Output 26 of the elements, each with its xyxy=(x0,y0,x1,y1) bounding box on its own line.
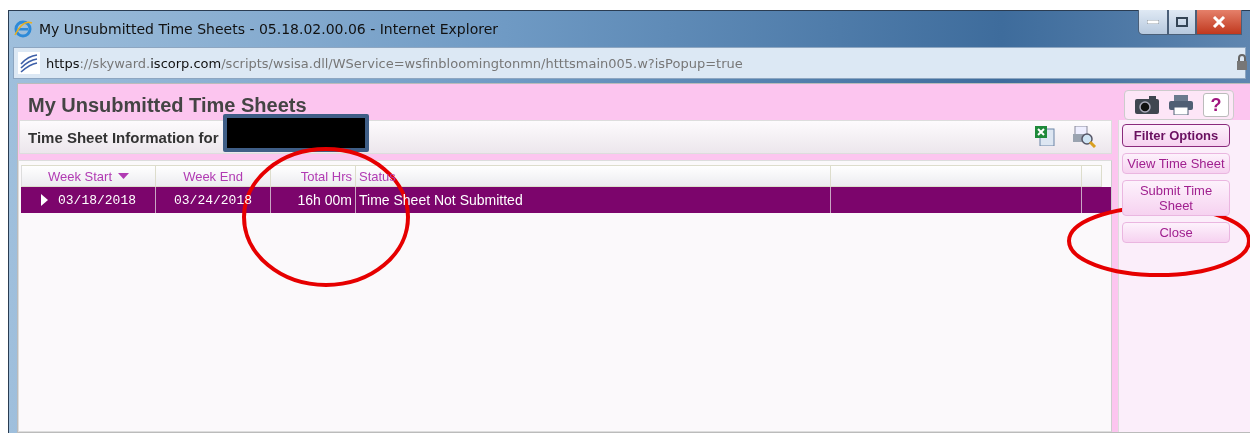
action-button[interactable]: View Time Sheet xyxy=(1122,153,1230,174)
spreadsheet-export-icon[interactable] xyxy=(1035,126,1055,146)
window-title: My Unsubmitted Time Sheets - 05.18.02.00.06 - Internet Explorer xyxy=(39,21,499,37)
column-header[interactable]: Week End xyxy=(156,165,271,187)
table-cell: Time Sheet Not Submitted xyxy=(356,187,831,213)
expand-icon[interactable] xyxy=(40,194,48,206)
table-cell: 16h 00m xyxy=(271,187,356,213)
site-logo-icon xyxy=(18,52,40,74)
action-button[interactable]: Submit Time Sheet xyxy=(1122,180,1230,216)
lock-icon xyxy=(1237,54,1247,70)
action-button[interactable]: Filter Options xyxy=(1122,124,1230,147)
column-header[interactable]: Total Hrs xyxy=(271,165,356,187)
close-icon[interactable] xyxy=(1212,16,1226,28)
column-header[interactable]: Week Start xyxy=(21,165,156,187)
print-preview-icon[interactable] xyxy=(1073,126,1097,148)
help-button[interactable]: ? xyxy=(1203,93,1229,117)
table-cell: 03/24/2018 xyxy=(156,187,271,213)
browser-logo-icon xyxy=(13,19,33,39)
panel-title: Time Sheet Information for xyxy=(28,128,219,146)
action-button[interactable]: Close xyxy=(1122,222,1230,243)
maximize-icon[interactable] xyxy=(1176,17,1188,27)
table-row[interactable]: 03/18/2018 03/24/2018 16h 00m Time Sheet Not Submitted xyxy=(21,187,1111,213)
printer-icon[interactable] xyxy=(1169,95,1193,115)
camera-icon[interactable] xyxy=(1135,96,1159,114)
table-cell: 03/18/2018 xyxy=(21,187,156,213)
page-heading: My Unsubmitted Time Sheets xyxy=(28,93,307,117)
